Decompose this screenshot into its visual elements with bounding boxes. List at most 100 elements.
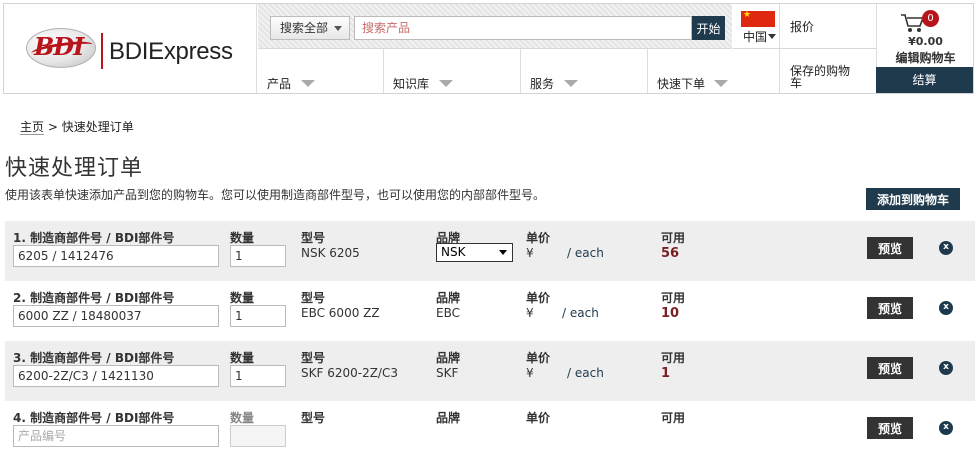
order-row: 4. 制造商部件号 / BDI部件号 数量 型号 品牌 单价 可用 预览 x bbox=[5, 401, 975, 450]
quantity-input[interactable] bbox=[230, 305, 286, 327]
price-label: 单价 bbox=[526, 351, 551, 365]
page-description: 使用该表单快速添加产品到您的购物车。您可以使用制造商部件型号，也可以使用您的内部… bbox=[5, 188, 546, 202]
part-number-input[interactable] bbox=[13, 425, 219, 447]
part-number-input[interactable] bbox=[13, 365, 219, 387]
price-label: 单价 bbox=[526, 291, 551, 305]
brand-select[interactable]: NSK bbox=[436, 243, 513, 262]
preview-button[interactable]: 预览 bbox=[867, 417, 913, 439]
nav-item-label: 知识库 bbox=[393, 77, 430, 91]
availability-label: 可用 bbox=[661, 351, 686, 365]
edit-cart-link[interactable]: 编辑购物车 bbox=[877, 49, 974, 66]
nav-item-products[interactable]: 产品 bbox=[258, 49, 384, 93]
qty-label: 数量 bbox=[230, 291, 255, 305]
model-value: SKF 6200-2Z/C3 bbox=[301, 366, 398, 380]
remove-row-icon[interactable]: x bbox=[939, 361, 953, 375]
search-bar: 搜索全部 开始 bbox=[258, 4, 732, 49]
quantity-input[interactable] bbox=[230, 365, 286, 387]
main-nav: 产品 知识库 服务 快速下单 bbox=[258, 49, 776, 93]
preview-button[interactable]: 预览 bbox=[867, 357, 913, 379]
site-header: BDI BDIExpress 搜索全部 开始 ★ 中国 报价 产品 知识库 服务 bbox=[3, 3, 974, 94]
page-title: 快速处理订单 bbox=[5, 156, 144, 181]
price-unit: / each bbox=[562, 306, 599, 320]
price-unit: / each bbox=[567, 366, 604, 380]
brand-select-value: NSK bbox=[441, 245, 466, 259]
remove-row-icon[interactable]: x bbox=[939, 301, 953, 315]
chevron-down-icon bbox=[439, 80, 453, 87]
chevron-down-icon bbox=[714, 80, 728, 87]
availability-value: 1 bbox=[661, 366, 671, 381]
logo-mark: BDI bbox=[34, 32, 84, 61]
logo-name: BDIExpress bbox=[109, 38, 233, 65]
remove-row-icon[interactable]: x bbox=[939, 241, 953, 255]
model-value: EBC 6000 ZZ bbox=[301, 306, 380, 320]
order-row: 3. 制造商部件号 / BDI部件号 数量 型号 SKF 6200-2Z/C3 … bbox=[5, 341, 975, 401]
brand-label: 品牌 bbox=[436, 411, 461, 425]
availability-label: 可用 bbox=[661, 231, 686, 245]
breadcrumb-separator: > bbox=[44, 120, 62, 134]
breadcrumb-home-link[interactable]: 主页 bbox=[20, 120, 45, 135]
search-button[interactable]: 开始 bbox=[692, 16, 725, 40]
nav-item-label: 快速下单 bbox=[657, 77, 706, 91]
part-number-input[interactable] bbox=[13, 245, 219, 267]
qty-label: 数量 bbox=[230, 411, 255, 425]
model-label: 型号 bbox=[301, 351, 326, 365]
chevron-down-icon bbox=[301, 80, 315, 87]
model-value: NSK 6205 bbox=[301, 246, 360, 260]
checkout-button[interactable]: 结算 bbox=[876, 67, 973, 93]
search-category-select[interactable]: 搜索全部 bbox=[270, 16, 350, 40]
quantity-input[interactable] bbox=[230, 425, 286, 447]
language-selector[interactable]: ★ 中国 bbox=[733, 4, 779, 49]
search-input[interactable] bbox=[354, 16, 692, 40]
availability-label: 可用 bbox=[661, 411, 686, 425]
saved-carts-label: 保存的购物车 bbox=[790, 64, 851, 90]
model-label: 型号 bbox=[301, 411, 326, 425]
nav-item-services[interactable]: 服务 bbox=[521, 49, 648, 93]
price-currency: ¥ bbox=[526, 246, 534, 260]
quote-link[interactable]: 报价 bbox=[779, 4, 876, 49]
cart-summary[interactable]: 0 ¥0.00 编辑购物车 bbox=[876, 4, 973, 67]
price-unit: / each bbox=[567, 246, 604, 260]
preview-button[interactable]: 预览 bbox=[867, 297, 913, 319]
saved-carts-link[interactable]: 保存的购物车 bbox=[779, 49, 876, 93]
quantity-input[interactable] bbox=[230, 245, 286, 267]
availability-value: 56 bbox=[661, 246, 680, 261]
brand-value: SKF bbox=[436, 366, 459, 380]
chevron-down-icon bbox=[499, 250, 507, 255]
nav-item-quick-order[interactable]: 快速下单 bbox=[648, 49, 776, 93]
price-currency: ¥ bbox=[526, 366, 534, 380]
model-label: 型号 bbox=[301, 291, 326, 305]
order-row: 2. 制造商部件号 / BDI部件号 数量 型号 EBC 6000 ZZ 品牌 … bbox=[5, 281, 975, 341]
price-label: 单价 bbox=[526, 231, 551, 245]
add-to-cart-button[interactable]: 添加到购物车 bbox=[866, 188, 960, 210]
cart-count-badge: 0 bbox=[922, 10, 939, 27]
brand-value: EBC bbox=[436, 306, 460, 320]
chevron-down-icon bbox=[768, 34, 776, 39]
part-number-label: 4. 制造商部件号 / BDI部件号 bbox=[13, 411, 175, 425]
search-category-label: 搜索全部 bbox=[280, 21, 329, 35]
brand-label: 品牌 bbox=[436, 351, 461, 365]
part-number-input[interactable] bbox=[13, 305, 219, 327]
price-currency: ¥ bbox=[526, 306, 534, 320]
preview-button[interactable]: 预览 bbox=[867, 237, 913, 259]
qty-label: 数量 bbox=[230, 231, 255, 245]
chevron-down-icon bbox=[334, 26, 342, 31]
availability-value: 10 bbox=[661, 306, 680, 321]
chevron-down-icon bbox=[564, 80, 578, 87]
part-number-label: 2. 制造商部件号 / BDI部件号 bbox=[13, 291, 175, 305]
nav-item-knowledge[interactable]: 知识库 bbox=[384, 49, 521, 93]
logo-divider bbox=[101, 33, 103, 69]
nav-item-label: 产品 bbox=[267, 77, 292, 91]
breadcrumb: 主页 > 快速处理订单 bbox=[20, 118, 134, 135]
order-row: 1. 制造商部件号 / BDI部件号 数量 型号 NSK 6205 品牌 NSK… bbox=[5, 221, 975, 281]
logo[interactable]: BDI BDIExpress bbox=[4, 4, 257, 93]
model-label: 型号 bbox=[301, 231, 326, 245]
availability-label: 可用 bbox=[661, 291, 686, 305]
language-label: 中国 bbox=[743, 30, 768, 44]
price-label: 单价 bbox=[526, 411, 551, 425]
brand-label: 品牌 bbox=[436, 291, 461, 305]
remove-row-icon[interactable]: x bbox=[939, 421, 953, 435]
quote-label: 报价 bbox=[790, 20, 815, 34]
cart-amount: ¥0.00 bbox=[908, 35, 943, 48]
part-number-label: 3. 制造商部件号 / BDI部件号 bbox=[13, 351, 175, 365]
breadcrumb-current: 快速处理订单 bbox=[61, 120, 134, 134]
